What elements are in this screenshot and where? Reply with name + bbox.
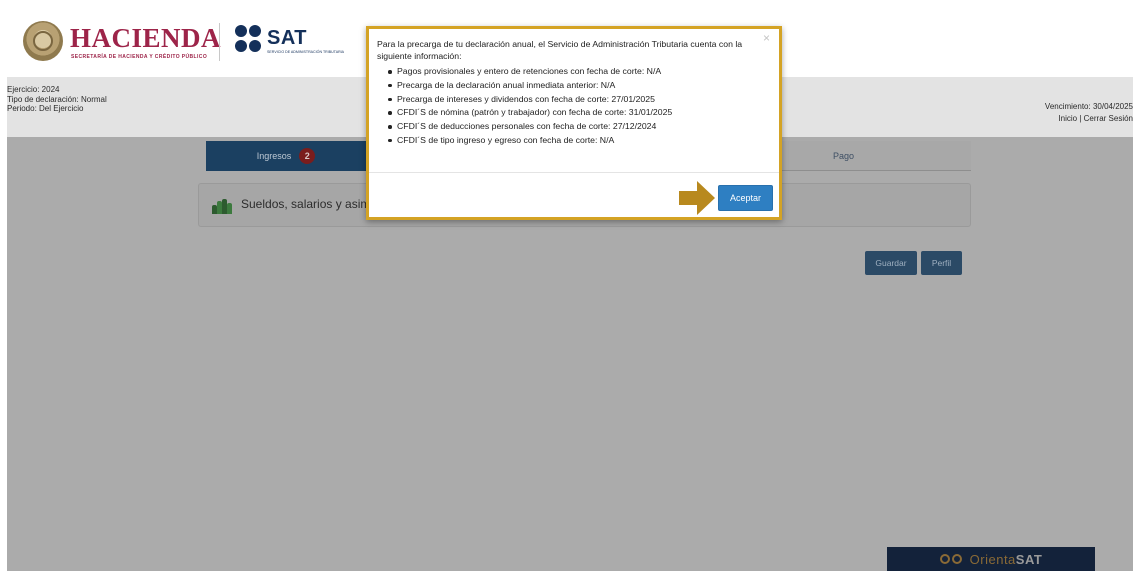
list-item: Pagos provisionales y entero de retencio… [388,65,767,79]
precarga-info-list: Pagos provisionales y entero de retencio… [377,65,767,148]
list-item: CFDI´S de nómina (patrón y trabajador) c… [388,106,767,120]
periodo-label: Periodo: Del Ejercicio [7,104,84,113]
sueldos-section-title: Sueldos, salarios y asimi [241,197,374,211]
list-item: Precarga de la declaración anual inmedia… [388,79,767,93]
aceptar-button[interactable]: Aceptar [718,185,773,211]
mexico-seal-icon [23,21,63,61]
session-info: Vencimiento: 30/04/2025 Inicio | Cerrar … [1045,101,1133,125]
precarga-info-modal: × Para la precarga de tu declaración anu… [366,26,782,220]
list-item: Precarga de intereses y dividendos con f… [388,93,767,107]
modal-footer-divider [369,172,779,173]
perfil-button[interactable]: Perfil [921,251,962,275]
orienta-sat-banner[interactable]: OrientaSAT [887,547,1095,571]
arrow-right-icon [679,181,715,215]
orienta-sat-label: OrientaSAT [970,552,1043,567]
sat-logo-text: SAT [267,27,308,49]
list-item: CFDI´S de deducciones personales con fec… [388,120,767,134]
tab-ingresos-label: Ingresos [256,151,292,161]
hacienda-logo-text: HACIENDA [70,23,222,53]
modal-intro-text: Para la precarga de tu declaración anual… [377,39,743,61]
orienta-owl-eyes-icon [939,552,964,566]
sat-logo[interactable]: SAT SERVICIO DE ADMINISTRACIÓN TRIBUTARI… [235,23,365,63]
logo-divider [219,23,220,61]
tab-ingresos[interactable]: Ingresos 2 [206,141,366,171]
list-item: CFDI´S de tipo ingreso y egreso con fech… [388,134,767,148]
sat-logo-subtitle: SERVICIO DE ADMINISTRACIÓN TRIBUTARIA [267,50,345,54]
tab-pago-label: Pago [832,150,855,161]
session-links: Inicio | Cerrar Sesión [1045,113,1133,125]
hacienda-logo-subtitle: SECRETARÍA DE HACIENDA Y CRÉDITO PÚBLICO [71,54,208,60]
guardar-button[interactable]: Guardar [865,251,917,275]
sat-dots-icon [235,25,263,55]
declaration-details: Ejercicio: 2024 Tipo de declaración: Nor… [7,85,107,114]
orienta-prefix: Orienta [969,551,1016,567]
ingresos-count-badge: 2 [299,148,316,164]
orienta-suffix: SAT [1015,551,1043,567]
tipo-declaracion-label: Tipo de declaración: Normal [7,94,107,104]
modal-body: Para la precarga de tu declaración anual… [377,38,767,148]
browser-viewport: HACIENDA SECRETARÍA DE HACIENDA Y CRÉDIT… [7,5,1133,571]
vencimiento-label: Vencimiento: 30/04/2025 [1044,102,1133,111]
cerrar-sesion-link[interactable]: Cerrar Sesión [1084,114,1133,123]
hacienda-logo[interactable]: HACIENDA SECRETARÍA DE HACIENDA Y CRÉDIT… [23,19,223,65]
inicio-link[interactable]: Inicio [1058,114,1077,123]
people-group-icon [212,198,232,214]
ejercicio-label: Ejercicio: 2024 [7,85,60,94]
